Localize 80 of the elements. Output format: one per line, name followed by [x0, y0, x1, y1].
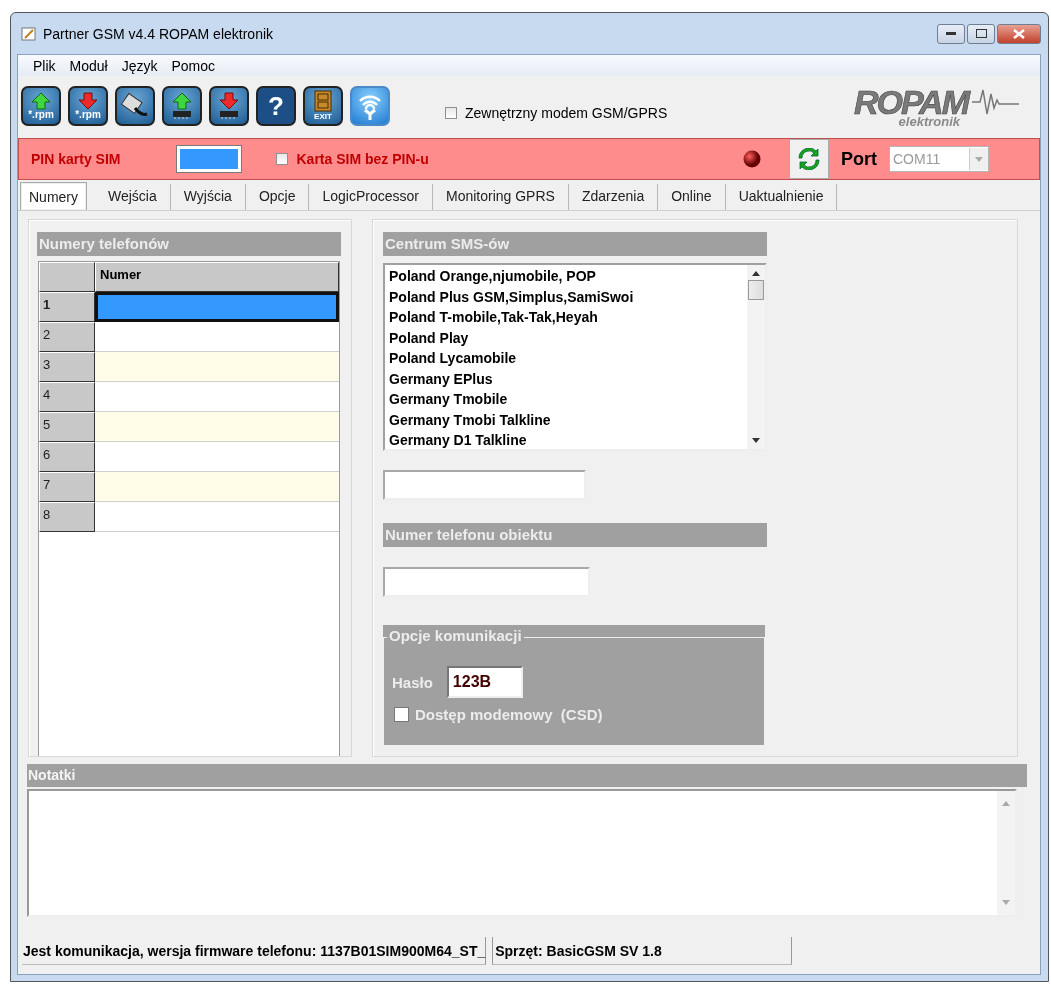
- tab[interactable]: Wyjścia: [170, 184, 246, 210]
- app-icon: [21, 25, 37, 42]
- checkbox-label: Dostęp modemowy (CSD): [415, 706, 603, 723]
- exit-button[interactable]: EXIT: [303, 86, 343, 126]
- menu-item[interactable]: Moduł: [62, 57, 115, 74]
- upload-button[interactable]: *.rpm: [21, 86, 61, 126]
- write-button[interactable]: [162, 86, 202, 126]
- section-header: Centrum SMS-ów: [383, 232, 767, 256]
- close-button[interactable]: [997, 23, 1041, 44]
- tab[interactable]: LogicProcessor: [309, 184, 433, 210]
- status-text: Jest komunikacja, wersja firmware telefonu: 1137B01SIM900M64_ST_: [22, 937, 487, 965]
- tab[interactable]: Opcje: [245, 184, 310, 210]
- list-item[interactable]: Germany Tmobile: [389, 389, 747, 410]
- list-item[interactable]: Poland Play: [389, 327, 747, 348]
- section-header: Numer telefonu obiektu: [383, 523, 767, 547]
- menu-item[interactable]: Plik: [26, 57, 63, 74]
- row-header: 8: [39, 502, 95, 532]
- tab[interactable]: Online: [658, 184, 726, 210]
- pin-label: PIN karty SIM: [31, 151, 121, 167]
- maximize-icon: [975, 29, 987, 38]
- menu-item[interactable]: Język: [114, 57, 165, 74]
- tab[interactable]: Zdarzenia: [568, 184, 659, 210]
- list-item[interactable]: Germany Tmobi Talkline: [389, 409, 747, 430]
- read-button[interactable]: [209, 86, 249, 126]
- arrow-up-icon[interactable]: [752, 271, 760, 276]
- port-label: Port: [841, 148, 877, 170]
- minimize-icon: [946, 31, 956, 36]
- checkbox-label: Zewnętrzny modem GSM/GPRS: [465, 105, 668, 121]
- row-header: 3: [39, 352, 95, 382]
- download-button[interactable]: *.rpm: [68, 86, 108, 126]
- modem-checkbox[interactable]: [445, 107, 457, 119]
- scrollbar[interactable]: [747, 265, 765, 449]
- row-header: 5: [39, 412, 95, 442]
- list-item[interactable]: Poland Orange,njumobile, POP: [389, 266, 747, 287]
- minimize-button[interactable]: [937, 23, 965, 44]
- menu-item[interactable]: Pomoc: [164, 57, 223, 74]
- number-cell[interactable]: [95, 292, 339, 322]
- row-header: 4: [39, 382, 95, 412]
- list-item[interactable]: Poland Plus GSM,Simplus,SamiSwoi: [389, 286, 747, 307]
- refresh-icon: [798, 148, 820, 170]
- status-led-icon: [743, 150, 761, 168]
- input-field[interactable]: [383, 567, 590, 597]
- help-button[interactable]: ?: [256, 86, 296, 126]
- close-icon: [1013, 28, 1025, 39]
- maximize-button[interactable]: [967, 23, 995, 44]
- tab[interactable]: Numery: [20, 182, 87, 210]
- column-header: Numer: [95, 262, 339, 292]
- list-item[interactable]: Germany EPlus: [389, 368, 747, 389]
- tab[interactable]: Wejścia: [95, 184, 171, 210]
- connect-button[interactable]: [115, 86, 155, 126]
- list-item[interactable]: Poland T-mobile,Tak-Tak,Heyah: [389, 307, 747, 328]
- arrow-down-icon: [78, 92, 98, 110]
- door-icon: [313, 90, 333, 112]
- sms-center-list[interactable]: Poland Orange,njumobile, POP Poland Plus GSM,Simplus,SamiSwoi Poland T-mobile,Tak-Tak,Heyah Poland Play Poland Lycamobile Germany EPlus Germany Tmobile Germany Tmobi Talkline Germany D1 Talkline: [383, 263, 767, 451]
- tab[interactable]: Monitoring GPRS: [432, 184, 569, 210]
- row-header: 1: [39, 292, 95, 322]
- section-header: Numery telefonów: [37, 232, 341, 256]
- sim-checkbox[interactable]: [276, 153, 289, 165]
- row-header: 2: [39, 322, 95, 352]
- list-item[interactable]: Germany D1 Talkline: [389, 430, 747, 451]
- checkbox-label: Karta SIM bez PIN-u: [296, 151, 429, 167]
- window-title: Partner GSM v4.4 ROPAM elektronik: [43, 25, 274, 42]
- row-header: 7: [39, 472, 95, 502]
- refresh-button[interactable]: [789, 139, 829, 179]
- section-header: Notatki: [27, 764, 1027, 787]
- wireless-button[interactable]: [350, 86, 390, 126]
- password-field[interactable]: 123B: [446, 666, 523, 698]
- list-item[interactable]: Poland Lycamobile: [389, 348, 747, 369]
- arrow-up-icon: [31, 92, 51, 110]
- caret-icon: [975, 156, 983, 162]
- input-field[interactable]: [383, 470, 586, 500]
- arrow-down-icon[interactable]: [752, 438, 760, 443]
- group-title: Opcje komunikacji: [387, 627, 524, 644]
- password-label: Hasło: [392, 673, 433, 691]
- tab[interactable]: Uaktualnienie: [725, 184, 838, 210]
- pin-field[interactable]: [176, 145, 243, 173]
- logo-subtitle: elektronik: [898, 114, 960, 128]
- modem-checkbox[interactable]: [394, 707, 409, 722]
- scroll-thumb[interactable]: [748, 280, 764, 300]
- row-header: 6: [39, 442, 95, 472]
